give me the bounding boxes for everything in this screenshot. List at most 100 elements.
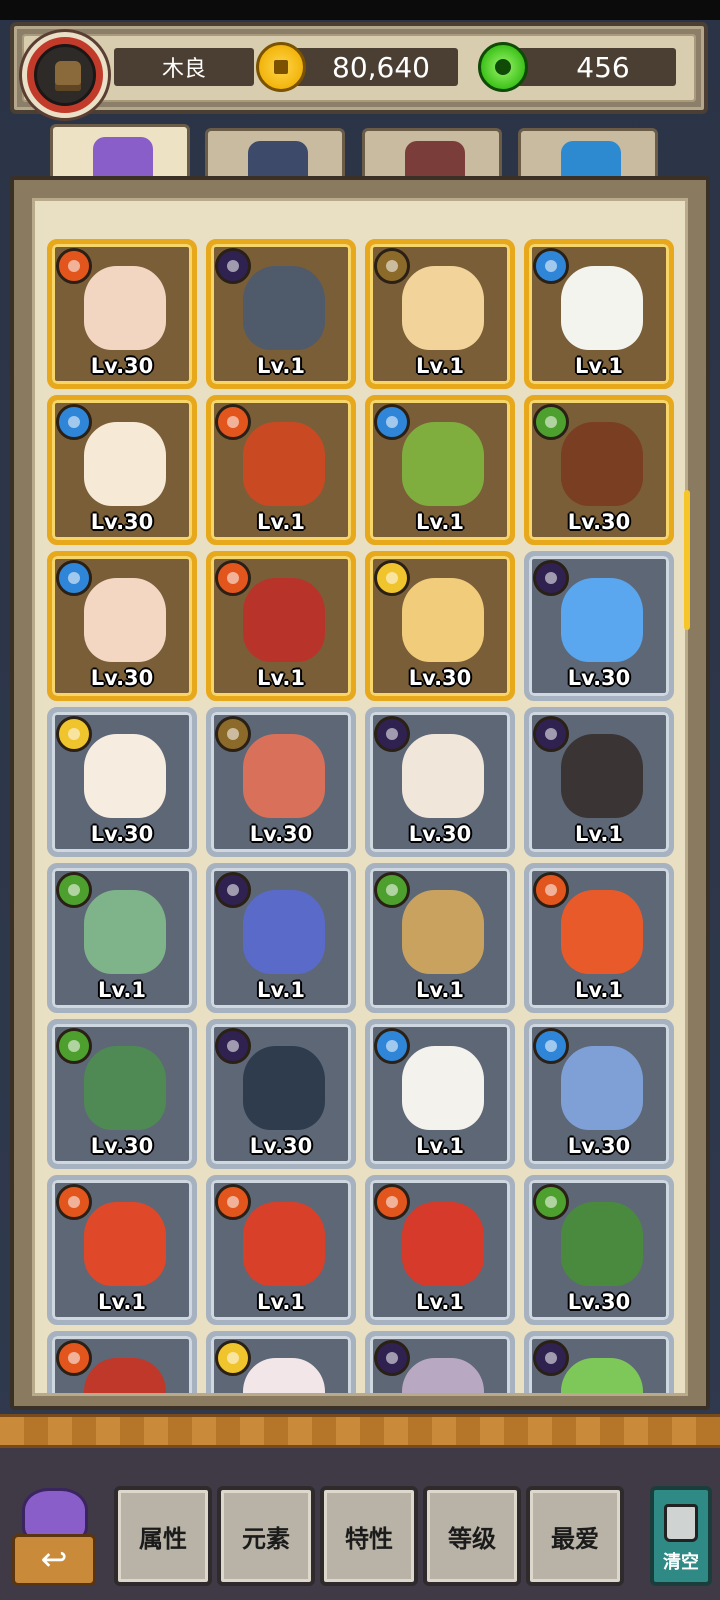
dark-element-icon — [374, 1340, 410, 1376]
filter-button-favorite[interactable]: 最爱 — [526, 1486, 624, 1586]
status-bar — [0, 0, 720, 20]
hero-card[interactable]: Lv.30 — [524, 551, 674, 701]
wood-element-icon — [533, 1184, 569, 1220]
hero-level: Lv.1 — [575, 978, 623, 1002]
hero-level: Lv.1 — [416, 978, 464, 1002]
hero-portrait — [84, 890, 166, 974]
hero-level: Lv.30 — [90, 822, 154, 846]
hero-portrait — [561, 266, 643, 350]
hero-portrait — [243, 1202, 325, 1286]
hero-card[interactable]: Lv.1 — [206, 239, 356, 389]
filter-button-attribute[interactable]: 属性 — [114, 1486, 212, 1586]
hero-card[interactable]: Lv.30 — [365, 707, 515, 857]
hero-card[interactable]: Lv.30 — [206, 707, 356, 857]
hero-card[interactable]: Lv.30 — [47, 551, 197, 701]
card-scroll-area[interactable]: Lv.30 Lv.1 Lv.1 Lv.1 Lv.30 Lv.1 Lv.1 Lv.30 Lv.30… — [32, 198, 688, 1396]
earth-element-icon — [374, 248, 410, 284]
wood-element-icon — [374, 872, 410, 908]
wood-element-icon — [533, 404, 569, 440]
hero-card[interactable]: Lv.30 — [524, 1175, 674, 1325]
light-element-icon — [56, 716, 92, 752]
hero-card[interactable]: Lv.1 — [524, 707, 674, 857]
hero-level: Lv.30 — [90, 666, 154, 690]
back-button[interactable]: ↩ — [8, 1488, 100, 1592]
hero-portrait — [561, 890, 643, 974]
hero-card[interactable]: Lv.1 — [365, 239, 515, 389]
hero-level: Lv.1 — [98, 1290, 146, 1314]
hero-card[interactable]: Lv.1 — [206, 395, 356, 545]
hero-card[interactable]: Lv.1 — [524, 239, 674, 389]
hero-card[interactable]: Lv.1 — [365, 1019, 515, 1169]
hero-portrait — [561, 422, 643, 506]
player-header: 木良 80,640 456 — [10, 22, 708, 118]
wood-element-icon — [56, 1028, 92, 1064]
hero-level: Lv.1 — [98, 978, 146, 1002]
hero-level: Lv.30 — [90, 354, 154, 378]
filter-button-level[interactable]: 等级 — [423, 1486, 521, 1586]
fire-element-icon — [56, 1340, 92, 1376]
hero-level: Lv.30 — [90, 1134, 154, 1158]
hero-card[interactable] — [47, 1331, 197, 1393]
hero-card[interactable]: Lv.30 — [47, 395, 197, 545]
hero-portrait — [402, 890, 484, 974]
trash-icon — [664, 1504, 698, 1542]
hero-card[interactable]: Lv.30 — [206, 1019, 356, 1169]
hero-portrait — [561, 578, 643, 662]
hero-card[interactable]: Lv.1 — [524, 863, 674, 1013]
hero-card[interactable]: Lv.30 — [47, 1019, 197, 1169]
hero-card[interactable]: Lv.1 — [365, 395, 515, 545]
hero-level: Lv.30 — [408, 666, 472, 690]
hero-portrait — [243, 1046, 325, 1130]
hero-card[interactable]: Lv.1 — [365, 1175, 515, 1325]
hero-card[interactable]: Lv.30 — [47, 707, 197, 857]
hero-card[interactable]: Lv.30 — [365, 551, 515, 701]
hero-card[interactable] — [206, 1331, 356, 1393]
hero-portrait — [243, 422, 325, 506]
dark-element-icon — [215, 872, 251, 908]
fire-element-icon — [215, 1184, 251, 1220]
hero-level: Lv.1 — [257, 978, 305, 1002]
hero-card[interactable]: Lv.30 — [524, 1019, 674, 1169]
hero-portrait — [402, 266, 484, 350]
hero-level: Lv.1 — [416, 1290, 464, 1314]
fire-element-icon — [56, 248, 92, 284]
filter-button-element[interactable]: 元素 — [217, 1486, 315, 1586]
hero-level: Lv.1 — [575, 822, 623, 846]
hero-level: Lv.1 — [416, 510, 464, 534]
hero-level: Lv.1 — [416, 354, 464, 378]
hero-portrait — [402, 578, 484, 662]
collection-panel: Lv.30 Lv.1 Lv.1 Lv.1 Lv.30 Lv.1 Lv.1 Lv.30 Lv.30… — [10, 176, 710, 1410]
water-element-icon — [56, 404, 92, 440]
clear-button[interactable]: 清空 — [650, 1486, 712, 1586]
hero-card[interactable]: Lv.1 — [206, 863, 356, 1013]
hero-portrait — [561, 1046, 643, 1130]
fire-element-icon — [533, 872, 569, 908]
wood-divider — [0, 1414, 720, 1448]
hero-card[interactable]: Lv.1 — [206, 1175, 356, 1325]
hero-portrait — [84, 266, 166, 350]
hero-card[interactable] — [524, 1331, 674, 1393]
light-element-icon — [374, 560, 410, 596]
hero-level: Lv.1 — [257, 510, 305, 534]
hero-card[interactable]: Lv.1 — [47, 1175, 197, 1325]
player-avatar[interactable] — [22, 32, 108, 118]
filter-button-trait[interactable]: 特性 — [320, 1486, 418, 1586]
hero-level: Lv.30 — [249, 822, 313, 846]
hero-level: Lv.30 — [567, 1290, 631, 1314]
hero-card[interactable]: Lv.1 — [47, 863, 197, 1013]
hero-card[interactable]: Lv.30 — [47, 239, 197, 389]
wood-element-icon — [56, 872, 92, 908]
dark-element-icon — [374, 716, 410, 752]
hero-portrait — [561, 1358, 643, 1393]
scrollbar-thumb[interactable] — [684, 490, 690, 630]
hero-card[interactable]: Lv.1 — [365, 863, 515, 1013]
hero-portrait — [402, 1046, 484, 1130]
hero-card[interactable] — [365, 1331, 515, 1393]
hero-level: Lv.30 — [567, 1134, 631, 1158]
hero-card[interactable]: Lv.1 — [206, 551, 356, 701]
hero-portrait — [243, 890, 325, 974]
hero-card[interactable]: Lv.30 — [524, 395, 674, 545]
water-element-icon — [56, 560, 92, 596]
hero-portrait — [84, 1358, 166, 1393]
hero-portrait — [243, 578, 325, 662]
